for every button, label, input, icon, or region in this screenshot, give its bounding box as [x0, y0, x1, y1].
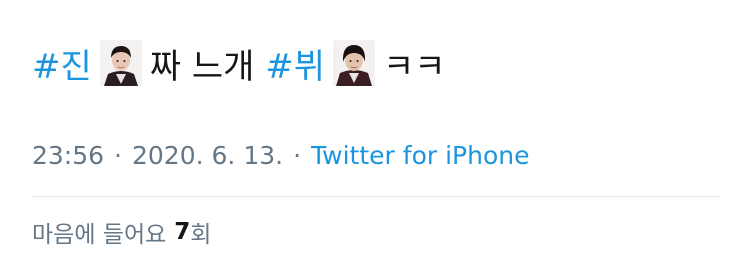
tweet-time: 23:56	[32, 140, 105, 170]
likes-unit: 회	[190, 222, 212, 248]
tweet-text-end: ㅋㅋ	[383, 46, 446, 87]
tweet-meta: 23:56 · 2020. 6. 13. · Twitter for iPhon…	[32, 138, 529, 172]
likes-count: 7	[174, 219, 191, 245]
tweet-date: 2020. 6. 13.	[132, 140, 284, 170]
tweet-source-link[interactable]: Twitter for iPhone	[311, 141, 529, 170]
likes-label: 마음에 들어요	[32, 222, 167, 248]
meta-separator: ·	[293, 140, 302, 170]
divider	[32, 196, 720, 197]
hashtag-jin[interactable]: #진	[32, 39, 92, 88]
likes-summary[interactable]: 마음에 들어요 7 회	[32, 216, 211, 248]
hashtag-v[interactable]: #뷔	[265, 39, 325, 88]
meta-separator: ·	[114, 140, 122, 170]
person-1-icon	[99, 40, 142, 86]
tweet-text: #진 짜 느개 #뷔 ㅋㅋ	[32, 38, 446, 88]
tweet-text-middle: 짜 느개	[149, 46, 255, 87]
person-2-icon	[333, 40, 376, 86]
